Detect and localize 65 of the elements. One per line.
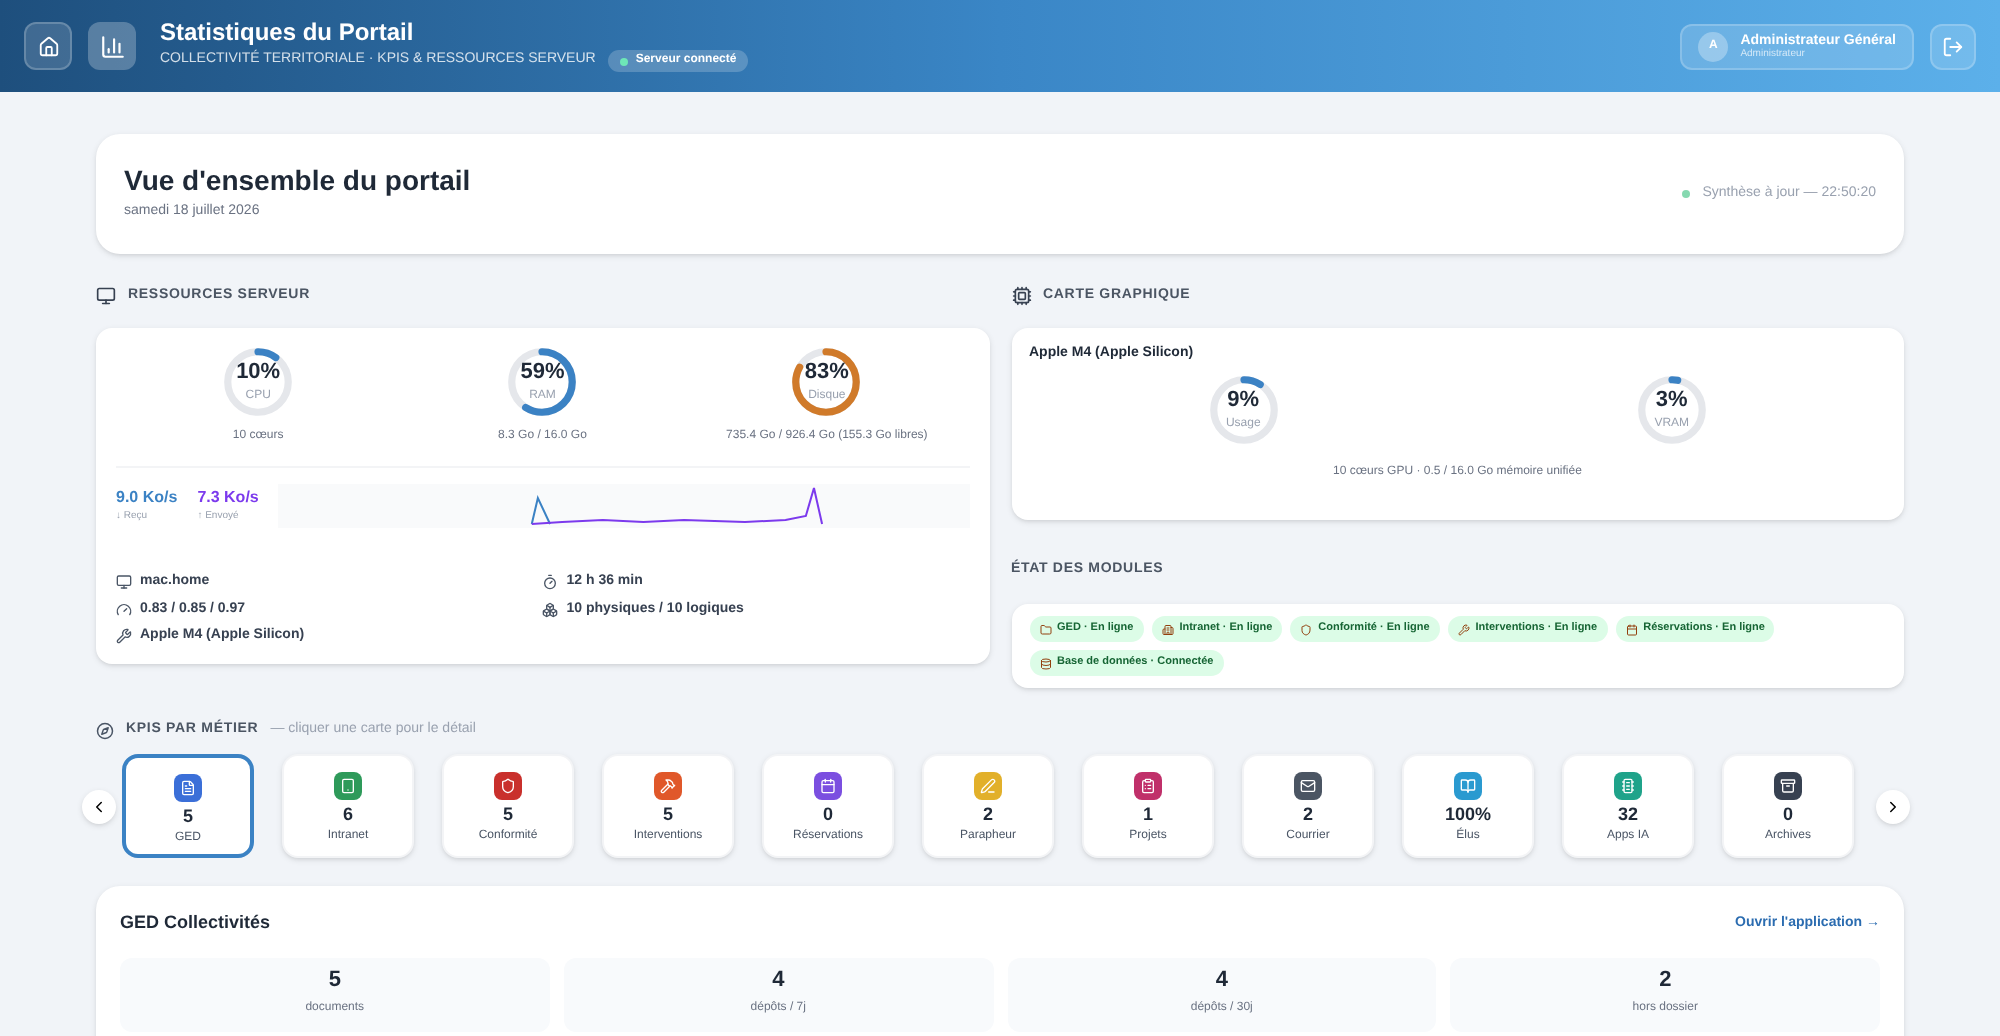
gauge-ring xyxy=(790,346,863,418)
stat-value: 4 xyxy=(1215,970,1228,992)
kpi-value: 2 xyxy=(982,806,993,824)
compass-icon xyxy=(96,721,114,739)
chip-icon xyxy=(1011,286,1031,306)
scroll-right-button[interactable] xyxy=(1876,789,1910,823)
boxes-icon xyxy=(542,601,559,618)
gauge-value: 59% xyxy=(520,362,565,384)
gauge-value: 83% xyxy=(804,362,849,384)
calendar-icon xyxy=(1625,623,1638,635)
home-button[interactable] xyxy=(24,22,72,70)
wrench-icon xyxy=(1457,623,1470,635)
gauge-value: 3% xyxy=(1655,389,1688,411)
bar-chart-icon xyxy=(99,33,125,59)
gauge-ring xyxy=(1207,373,1280,445)
gauge-ring xyxy=(506,346,579,418)
monitor-icon xyxy=(96,286,116,306)
kpi-value: 32 xyxy=(1617,806,1638,824)
page-title: Statistiques du Portail xyxy=(160,20,416,44)
scroll-left-button[interactable] xyxy=(82,789,116,823)
kpi-value: 1 xyxy=(1142,806,1153,824)
timer-icon xyxy=(542,574,559,591)
stat-value: 2 xyxy=(1659,970,1672,992)
kpi-value: 100% xyxy=(1444,806,1492,824)
box-icon xyxy=(1780,778,1796,794)
tablet-icon xyxy=(340,778,356,794)
building-icon xyxy=(1161,623,1174,635)
database-icon xyxy=(1039,657,1051,669)
clipboard-icon xyxy=(1140,778,1156,794)
gauge-ring xyxy=(1635,373,1708,445)
gauge-value: 10% xyxy=(236,362,281,384)
kpi-value: 2 xyxy=(1302,806,1313,824)
file-icon xyxy=(180,780,196,796)
monitor-icon xyxy=(116,574,132,591)
kpi-value: 5 xyxy=(182,808,193,826)
shield-icon xyxy=(500,778,516,794)
kpi-value: 0 xyxy=(822,806,833,824)
stats-button[interactable] xyxy=(88,22,136,70)
home-icon xyxy=(37,35,59,57)
calendar-icon xyxy=(820,778,836,794)
book-icon xyxy=(1460,778,1476,794)
pen-icon xyxy=(980,778,996,794)
mail-icon xyxy=(1300,778,1316,794)
chip-icon xyxy=(1620,778,1636,794)
wrench-icon xyxy=(116,628,132,645)
received-rate: 9.0 Ko/s xyxy=(116,486,178,511)
tools-icon xyxy=(660,778,676,794)
stat-value: 5 xyxy=(328,970,341,992)
folder-icon xyxy=(1039,623,1051,635)
chevron-left-icon xyxy=(90,797,108,815)
kpi-value: 0 xyxy=(1782,806,1793,824)
overview-title: Vue d'ensemble du portail xyxy=(124,165,471,194)
logout-icon xyxy=(1942,35,1964,57)
kpi-value: 6 xyxy=(342,806,353,824)
kpi-value: 5 xyxy=(502,806,513,824)
gauge-ring xyxy=(222,346,295,418)
logout-button[interactable] xyxy=(1930,23,1976,69)
sent-rate: 7.3 Ko/s xyxy=(197,486,259,510)
gauge-value: 9% xyxy=(1227,389,1260,411)
gauge-icon xyxy=(116,601,132,618)
shield-icon xyxy=(1300,623,1313,635)
detail-title: GED Collectivités xyxy=(120,910,271,936)
chevron-right-icon xyxy=(1884,797,1902,815)
kpi-value: 5 xyxy=(662,806,673,824)
stat-value: 4 xyxy=(772,970,785,992)
